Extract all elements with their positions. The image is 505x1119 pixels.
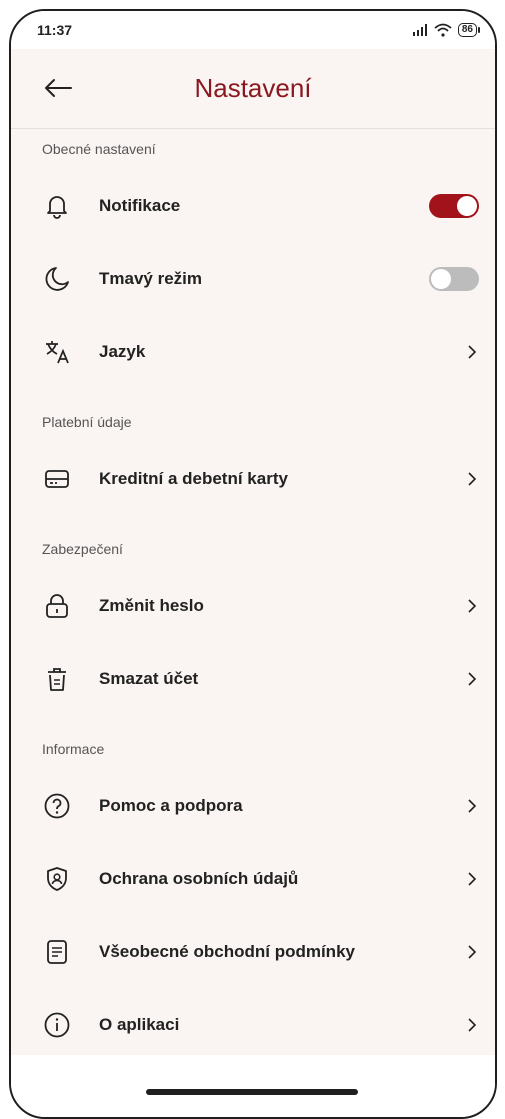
terms-label: Všeobecné obchodní podmínky [99, 941, 355, 961]
section-label-info: Informace [42, 741, 105, 757]
moon-icon [42, 264, 72, 294]
status-bar: 11:37 86 [11, 11, 495, 49]
section-label-security: Zabezpečení [42, 541, 123, 557]
chevron-right-icon [468, 1017, 477, 1032]
app-header: Nastavení [11, 49, 495, 129]
settings-item-notifications[interactable]: Notifikace [11, 169, 495, 242]
chevron-right-icon [468, 344, 477, 359]
settings-item-language[interactable]: Jazyk [11, 315, 495, 388]
help-circle-icon [42, 791, 72, 821]
chevron-right-icon [468, 598, 477, 613]
settings-item-cards[interactable]: Kreditní a debetní karty [11, 442, 495, 515]
battery-icon: 86 [457, 23, 481, 37]
settings-item-delete-account[interactable]: Smazat účet [11, 642, 495, 715]
settings-list: Obecné nastavení Notifikace Tmavý režim … [11, 129, 495, 1061]
cards-label: Kreditní a debetní karty [99, 468, 288, 488]
settings-item-about[interactable]: O aplikaci [11, 988, 495, 1061]
toggle-knob [457, 195, 477, 216]
section-label-general: Obecné nastavení [42, 141, 156, 157]
bottom-area [11, 1055, 495, 1117]
chevron-right-icon [468, 671, 477, 686]
settings-item-change-password[interactable]: Změnit heslo [11, 569, 495, 642]
shield-user-icon [42, 864, 72, 894]
privacy-label: Ochrana osobních údajů [99, 868, 299, 888]
chevron-right-icon [468, 871, 477, 886]
help-label: Pomoc a podpora [99, 795, 243, 815]
signal-icon [412, 24, 427, 36]
toggle-knob [431, 268, 451, 289]
page-title: Nastavení [194, 73, 312, 103]
dark-mode-label: Tmavý režim [99, 268, 202, 288]
info-circle-icon [42, 1010, 72, 1040]
chevron-right-icon [468, 471, 477, 486]
bell-icon [42, 191, 72, 221]
translate-icon [42, 337, 72, 367]
settings-item-dark-mode[interactable]: Tmavý režim [11, 242, 495, 315]
settings-item-help[interactable]: Pomoc a podpora [11, 769, 495, 842]
lock-icon [42, 591, 72, 621]
dark-mode-toggle[interactable] [429, 266, 479, 291]
language-label: Jazyk [99, 341, 146, 361]
section-label-payment: Platební údaje [42, 414, 132, 430]
notifications-toggle[interactable] [429, 193, 479, 218]
about-label: O aplikaci [99, 1014, 180, 1034]
wifi-icon [434, 23, 452, 37]
trash-icon [42, 664, 72, 694]
status-icons: 86 [412, 23, 481, 37]
change-password-label: Změnit heslo [99, 595, 204, 615]
delete-account-label: Smazat účet [99, 668, 199, 688]
home-indicator[interactable] [146, 1089, 358, 1095]
notifications-label: Notifikace [99, 195, 181, 215]
back-arrow-icon[interactable] [41, 71, 75, 105]
phone-frame: 11:37 86 Nastavení Obecné nastavení Noti… [9, 9, 497, 1119]
settings-item-terms[interactable]: Všeobecné obchodní podmínky [11, 915, 495, 988]
credit-card-icon [42, 464, 72, 494]
settings-item-privacy[interactable]: Ochrana osobních údajů [11, 842, 495, 915]
document-icon [42, 937, 72, 967]
chevron-right-icon [468, 798, 477, 813]
status-time: 11:37 [37, 22, 73, 38]
chevron-right-icon [468, 944, 477, 959]
